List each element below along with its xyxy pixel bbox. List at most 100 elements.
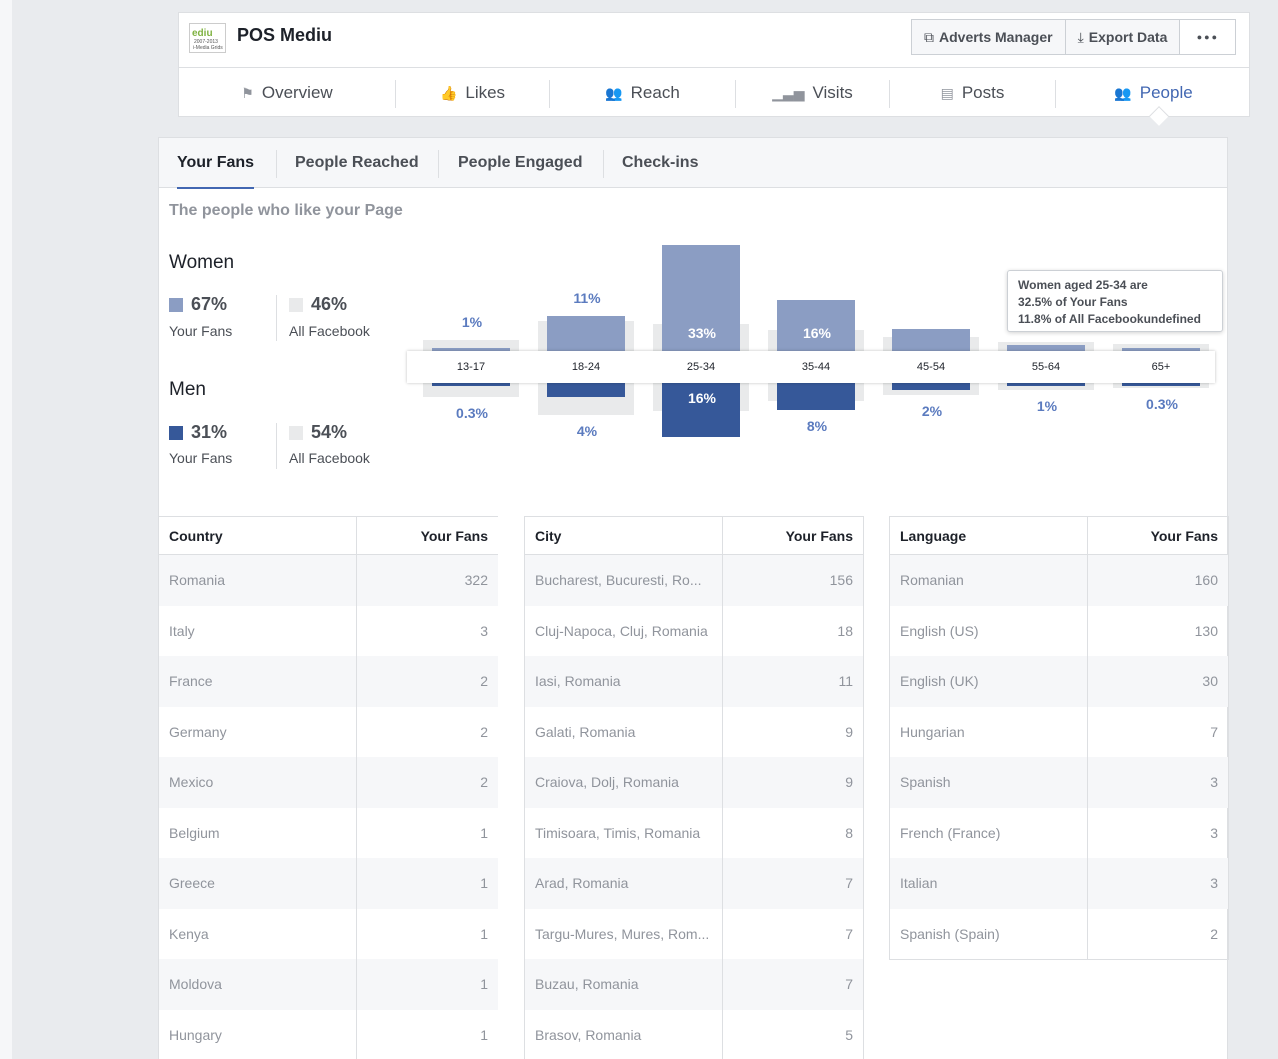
men-bar[interactable] xyxy=(777,383,855,411)
table-row[interactable]: Italian 3 xyxy=(890,858,1228,909)
subtab-people-reached[interactable]: People Reached xyxy=(295,138,419,188)
page-title[interactable]: POS Mediu xyxy=(237,25,332,46)
table-row[interactable]: Romanian 160 xyxy=(890,555,1228,606)
fans-count-cell: 7 xyxy=(845,976,853,993)
women-fans-label: Your Fans xyxy=(169,323,233,339)
table-row[interactable]: Greece 1 xyxy=(159,858,498,909)
language-name-cell: Hungarian xyxy=(890,706,1088,757)
table-row[interactable]: Moldova 1 xyxy=(159,959,498,1010)
tab-reach[interactable]: 👥 Reach xyxy=(550,68,735,118)
table-row[interactable]: English (US) 130 xyxy=(890,605,1228,656)
people-card: Your Fans People Reached People Engaged … xyxy=(158,137,1229,1059)
page-logo[interactable]: ediu 2007-2013 i-Media Grids xyxy=(189,23,226,53)
people-subtabs: Your Fans People Reached People Engaged … xyxy=(159,138,1227,189)
fans-count-cell: 2 xyxy=(480,774,488,791)
table-row[interactable]: Spanish 3 xyxy=(890,757,1228,808)
table-row[interactable]: Cluj-Napoca, Cluj, Romania 18 xyxy=(525,605,863,656)
city-name-cell: Targu-Mures, Mures, Rom... xyxy=(525,908,723,959)
table-row[interactable]: French (France) 3 xyxy=(890,807,1228,858)
men-bar[interactable] xyxy=(547,383,625,397)
subtab-your-fans[interactable]: Your Fans xyxy=(177,138,255,189)
age-tick-label: 35-44 xyxy=(801,361,831,373)
fans-count-cell: 322 xyxy=(464,572,488,589)
language-name-cell: French (France) xyxy=(890,807,1088,858)
right-margin xyxy=(1250,0,1278,1059)
subtab-check-ins[interactable]: Check-ins xyxy=(622,138,698,188)
more-button[interactable]: ●●● xyxy=(1180,19,1237,55)
table-row[interactable]: France 2 xyxy=(159,656,498,707)
table-row[interactable]: Germany 2 xyxy=(159,706,498,757)
men-bar[interactable] xyxy=(1007,383,1085,387)
adverts-manager-button[interactable]: ⧉ Adverts Manager xyxy=(911,19,1066,55)
column-header-your-fans[interactable]: Your Fans xyxy=(357,517,498,554)
table-row[interactable]: Buzau, Romania 7 xyxy=(525,959,863,1010)
city-name-cell: Brasov, Romania xyxy=(525,1009,723,1059)
table-header: Country Your Fans xyxy=(159,517,498,555)
tab-likes[interactable]: 👍 Likes xyxy=(396,68,549,118)
fans-count-cell: 5 xyxy=(845,1026,853,1043)
table-row[interactable]: Targu-Mures, Mures, Rom... 7 xyxy=(525,908,863,959)
age-tick-label: 13-17 xyxy=(456,361,486,373)
divider xyxy=(603,150,604,178)
country-name-cell: Italy xyxy=(159,605,357,656)
table-row[interactable]: Italy 3 xyxy=(159,605,498,656)
table-row[interactable]: Kenya 1 xyxy=(159,908,498,959)
thumbs-up-icon: 👍 xyxy=(439,84,458,101)
men-bar[interactable] xyxy=(1122,383,1200,386)
fans-count-cell: 1 xyxy=(480,976,488,993)
column-header-country[interactable]: Country xyxy=(159,517,357,554)
column-header-your-fans[interactable]: Your Fans xyxy=(723,517,863,554)
table-row[interactable]: Spanish (Spain) 2 xyxy=(890,908,1228,959)
column-header-language[interactable]: Language xyxy=(890,517,1088,554)
table-row[interactable]: Belgium 1 xyxy=(159,807,498,858)
city-name-cell: Timisoara, Timis, Romania xyxy=(525,807,723,858)
fans-count-cell: 3 xyxy=(480,622,488,639)
table-row[interactable]: Romania 322 xyxy=(159,555,498,606)
all-facebook-swatch xyxy=(289,425,303,440)
divider xyxy=(438,150,439,178)
table-row[interactable]: Hungarian 7 xyxy=(890,706,1228,757)
table-row[interactable]: Galati, Romania 9 xyxy=(525,706,863,757)
tab-visits[interactable]: ▁▃▅ Visits xyxy=(736,68,889,118)
table-row[interactable]: Hungary 1 xyxy=(159,1009,498,1059)
city-name-cell: Buzau, Romania xyxy=(525,959,723,1010)
men-fb-pct: 54% xyxy=(289,422,347,443)
language-name-cell: English (UK) xyxy=(890,656,1088,707)
fans-count-cell: 3 xyxy=(1210,774,1218,791)
tab-overview[interactable]: ⚑ Overview xyxy=(179,68,395,118)
fans-count-cell: 9 xyxy=(845,774,853,791)
age-tick-label: 25-34 xyxy=(686,361,716,373)
women-bar[interactable] xyxy=(892,328,970,351)
section-title: The people who like your Page xyxy=(169,202,403,219)
table-row[interactable]: Iasi, Romania 11 xyxy=(525,656,863,707)
column-header-your-fans[interactable]: Your Fans xyxy=(1088,517,1228,554)
tab-posts[interactable]: ▤ Posts xyxy=(890,68,1055,118)
women-bar[interactable] xyxy=(547,315,625,351)
table-row[interactable]: Arad, Romania 7 xyxy=(525,858,863,909)
table-row[interactable]: Bucharest, Bucuresti, Ro... 156 xyxy=(525,555,863,606)
tab-label: People xyxy=(1139,83,1193,102)
fans-count-cell: 1 xyxy=(480,824,488,841)
fans-count-cell: 1 xyxy=(480,875,488,892)
age-tick-label: 18-24 xyxy=(571,361,601,373)
men-fans-label: Your Fans xyxy=(169,450,233,466)
subtab-people-engaged[interactable]: People Engaged xyxy=(458,138,582,188)
language-table: Language Your Fans Romanian 160 English (U… xyxy=(889,516,1229,960)
city-name-cell: Iasi, Romania xyxy=(525,656,723,707)
table-row[interactable]: Craiova, Dolj, Romania 9 xyxy=(525,757,863,808)
men-bar[interactable] xyxy=(892,383,970,390)
export-data-button[interactable]: ⤓ Export Data xyxy=(1065,19,1181,55)
men-bar[interactable] xyxy=(432,383,510,386)
fans-count-cell: 2 xyxy=(480,673,488,690)
table-row[interactable]: Mexico 2 xyxy=(159,757,498,808)
country-name-cell: France xyxy=(159,656,357,707)
table-row[interactable]: Brasov, Romania 5 xyxy=(525,1009,863,1059)
table-row[interactable]: English (UK) 30 xyxy=(890,656,1228,707)
table-row[interactable]: Timisoara, Timis, Romania 8 xyxy=(525,807,863,858)
city-name-cell: Craiova, Dolj, Romania xyxy=(525,757,723,808)
fans-count-cell: 9 xyxy=(845,723,853,740)
fans-count-cell: 2 xyxy=(480,723,488,740)
bars-icon: ▁▃▅ xyxy=(772,84,805,101)
column-header-city[interactable]: City xyxy=(525,517,723,554)
age-tick-label: 65+ xyxy=(1151,361,1171,373)
